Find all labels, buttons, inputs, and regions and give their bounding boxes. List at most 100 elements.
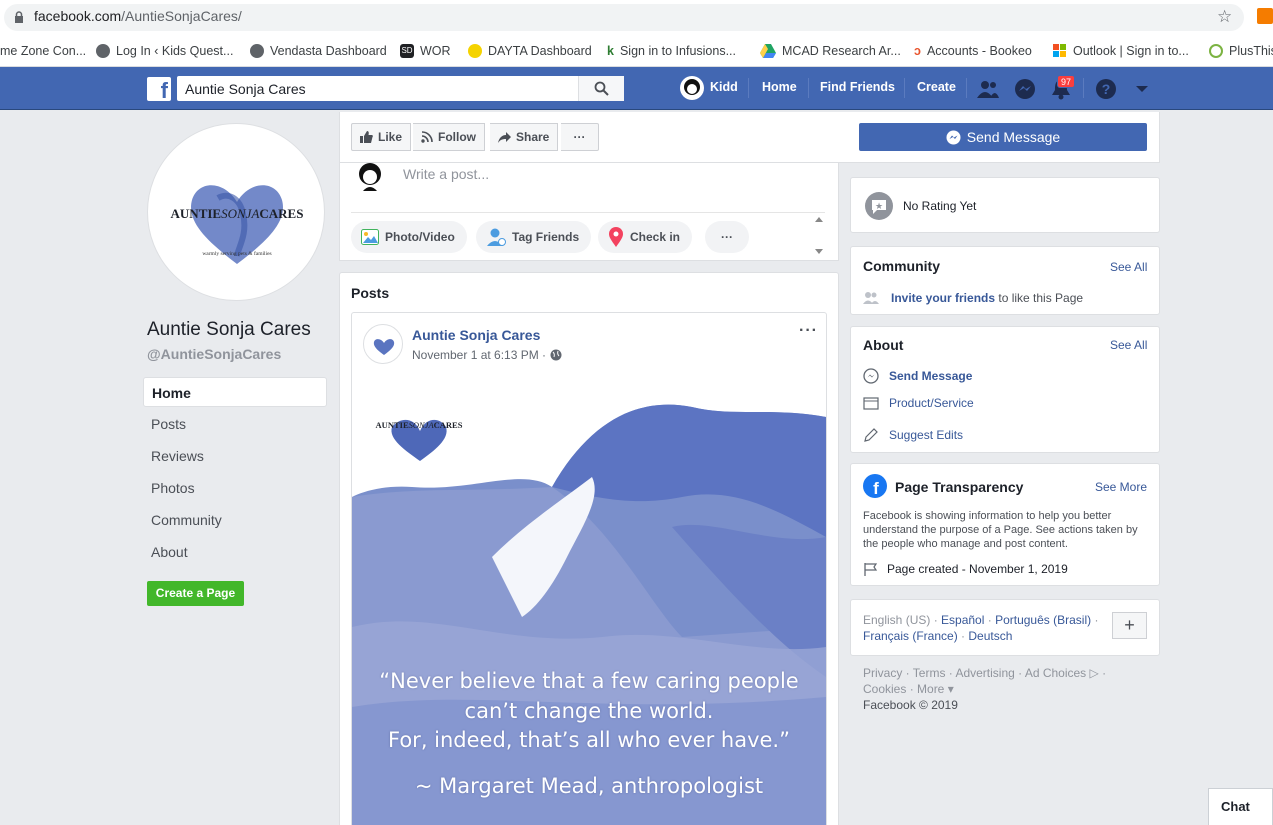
share-icon: [498, 131, 511, 143]
facebook-logo-icon[interactable]: f: [147, 77, 171, 101]
page-created-row: Page created - November 1, 2019: [863, 562, 1068, 576]
nav-divider: [808, 78, 809, 98]
bookmark-item[interactable]: DAYTA Dashboard: [468, 41, 592, 61]
rating-card: ★ No Rating Yet: [850, 177, 1160, 233]
nav-divider: [904, 78, 905, 98]
bookmark-star-icon[interactable]: ☆: [1217, 7, 1232, 27]
bookmark-item[interactable]: Log In ‹ Kids Quest...: [96, 41, 233, 61]
chevron-down-icon[interactable]: [1130, 77, 1154, 101]
sidebar-item-photos[interactable]: Photos: [143, 473, 327, 503]
language-links: English (US) · Español · Português (Bras…: [863, 613, 1099, 643]
composer-scrollbar[interactable]: [812, 213, 826, 260]
search-input[interactable]: [177, 76, 577, 101]
sidebar-item-community[interactable]: Community: [143, 505, 327, 535]
notification-badge: 97: [1057, 75, 1076, 88]
legal-links-2[interactable]: Cookies · More ▾: [863, 681, 1123, 697]
location-pin-icon: [609, 227, 623, 247]
about-see-all[interactable]: See All: [1110, 338, 1147, 352]
bookmark-item[interactable]: ↄ Accounts - Bookeo: [914, 41, 1032, 61]
bookmarks-bar: me Zone Con... Log In ‹ Kids Quest... Ve…: [0, 36, 1273, 67]
lang-espanol[interactable]: Español: [941, 613, 984, 627]
about-send-message[interactable]: Send Message: [863, 368, 972, 384]
about-title: About: [863, 337, 904, 353]
invite-friends-link[interactable]: Invite your friends: [891, 291, 995, 305]
community-title: Community: [863, 258, 940, 274]
svg-text:AUNTIESONJACARES: AUNTIESONJACARES: [376, 420, 463, 430]
send-message-button[interactable]: Send Message: [859, 123, 1147, 151]
nav-create[interactable]: Create: [917, 80, 956, 94]
lang-francais[interactable]: Français (France): [863, 629, 958, 643]
extension-icon[interactable]: [1257, 8, 1273, 24]
messenger-icon: [863, 368, 879, 384]
post-author-avatar[interactable]: [363, 324, 403, 364]
photo-video-button[interactable]: Photo/Video: [351, 221, 467, 253]
k-icon: k: [607, 44, 614, 58]
auntie-sonja-cares-logo: AUNTIESONJACARES warmly serving pets & f…: [171, 185, 303, 264]
photo-icon: [361, 229, 379, 245]
friend-requests-icon[interactable]: [976, 77, 1000, 101]
about-product-service[interactable]: Product/Service: [863, 396, 974, 410]
page-title[interactable]: Auntie Sonja Cares: [147, 319, 311, 341]
share-button[interactable]: Share: [490, 123, 559, 151]
tag-friends-button[interactable]: Tag Friends: [476, 221, 592, 253]
composer-more-button[interactable]: ···: [705, 221, 749, 253]
help-icon[interactable]: ?: [1094, 77, 1118, 101]
bookmark-item[interactable]: Outlook | Sign in to...: [1053, 41, 1189, 61]
community-see-all[interactable]: See All: [1110, 260, 1147, 274]
page-profile-picture[interactable]: AUNTIESONJACARES warmly serving pets & f…: [147, 123, 325, 301]
add-language-button[interactable]: +: [1112, 612, 1147, 639]
bookmark-item[interactable]: me Zone Con...: [0, 41, 86, 61]
check-in-button[interactable]: Check in: [598, 221, 693, 253]
globe-icon: [96, 44, 110, 58]
rss-icon: [421, 131, 433, 143]
sidebar-item-reviews[interactable]: Reviews: [143, 441, 327, 471]
facebook-top-nav: f Kidd Home Find Friends Create ?: [0, 67, 1273, 110]
svg-text:★: ★: [875, 202, 883, 212]
bookmark-item[interactable]: PlusThis: [1209, 41, 1273, 61]
bookmark-item[interactable]: k Sign in to Infusions...: [607, 41, 736, 61]
bookmark-item[interactable]: Vendasta Dashboard: [250, 41, 387, 61]
messenger-icon[interactable]: [1013, 77, 1037, 101]
post-options-button[interactable]: ···: [799, 322, 818, 340]
bookmark-item[interactable]: SD WOR: [400, 41, 451, 61]
storefront-icon: [863, 397, 879, 410]
people-icon: [863, 292, 879, 304]
like-button[interactable]: Like: [351, 123, 412, 151]
sidebar-item-about[interactable]: About: [143, 537, 327, 567]
copyright: Facebook © 2019: [863, 698, 958, 712]
nav-find-friends[interactable]: Find Friends: [820, 80, 895, 94]
messenger-icon: [946, 130, 961, 144]
post-image[interactable]: AUNTIESONJACARES “Never believe that a f…: [352, 377, 826, 825]
lock-icon: [15, 11, 23, 23]
post-author-name[interactable]: Auntie Sonja Cares: [412, 327, 540, 343]
user-avatar[interactable]: [680, 76, 704, 100]
write-post-input[interactable]: Write a post...: [403, 166, 489, 182]
lang-portugues[interactable]: Português (Brasil): [995, 613, 1091, 627]
sidebar-item-home[interactable]: Home: [143, 377, 327, 407]
thumbs-up-icon: [360, 131, 373, 143]
nav-home[interactable]: Home: [762, 80, 797, 94]
create-page-button[interactable]: Create a Page: [147, 581, 244, 606]
sidebar-item-posts[interactable]: Posts: [143, 409, 327, 439]
transparency-title: Page Transparency: [895, 479, 1024, 495]
about-suggest-edits[interactable]: Suggest Edits: [863, 427, 963, 443]
more-actions-button[interactable]: ···: [561, 123, 599, 151]
post-timestamp[interactable]: November 1 at 6:13 PM ·: [412, 348, 562, 362]
search-button[interactable]: [578, 76, 624, 101]
url-text[interactable]: facebook.com/AuntieSonjaCares/: [34, 8, 242, 24]
composer-avatar: [359, 163, 381, 191]
legal-links[interactable]: Privacy · Terms · Advertising · Ad Choic…: [863, 665, 1123, 681]
auntie-sonja-cares-logo: [373, 339, 395, 355]
follow-button[interactable]: Follow: [413, 123, 485, 151]
svg-text:f: f: [873, 479, 879, 498]
page-username[interactable]: @AuntieSonjaCares: [147, 346, 281, 362]
transparency-see-more[interactable]: See More: [1095, 480, 1147, 494]
bookmark-item[interactable]: MCAD Research Ar...: [760, 41, 901, 61]
chat-tab[interactable]: Chat: [1208, 788, 1273, 825]
about-card: About See All Send Message Product/Servi…: [850, 326, 1160, 453]
quote-line-1: “Never believe that a few caring people: [379, 669, 799, 693]
profile-link[interactable]: Kidd: [710, 80, 738, 94]
nav-divider: [748, 78, 749, 98]
bookeo-icon: ↄ: [914, 44, 921, 58]
lang-deutsch[interactable]: Deutsch: [968, 629, 1012, 643]
